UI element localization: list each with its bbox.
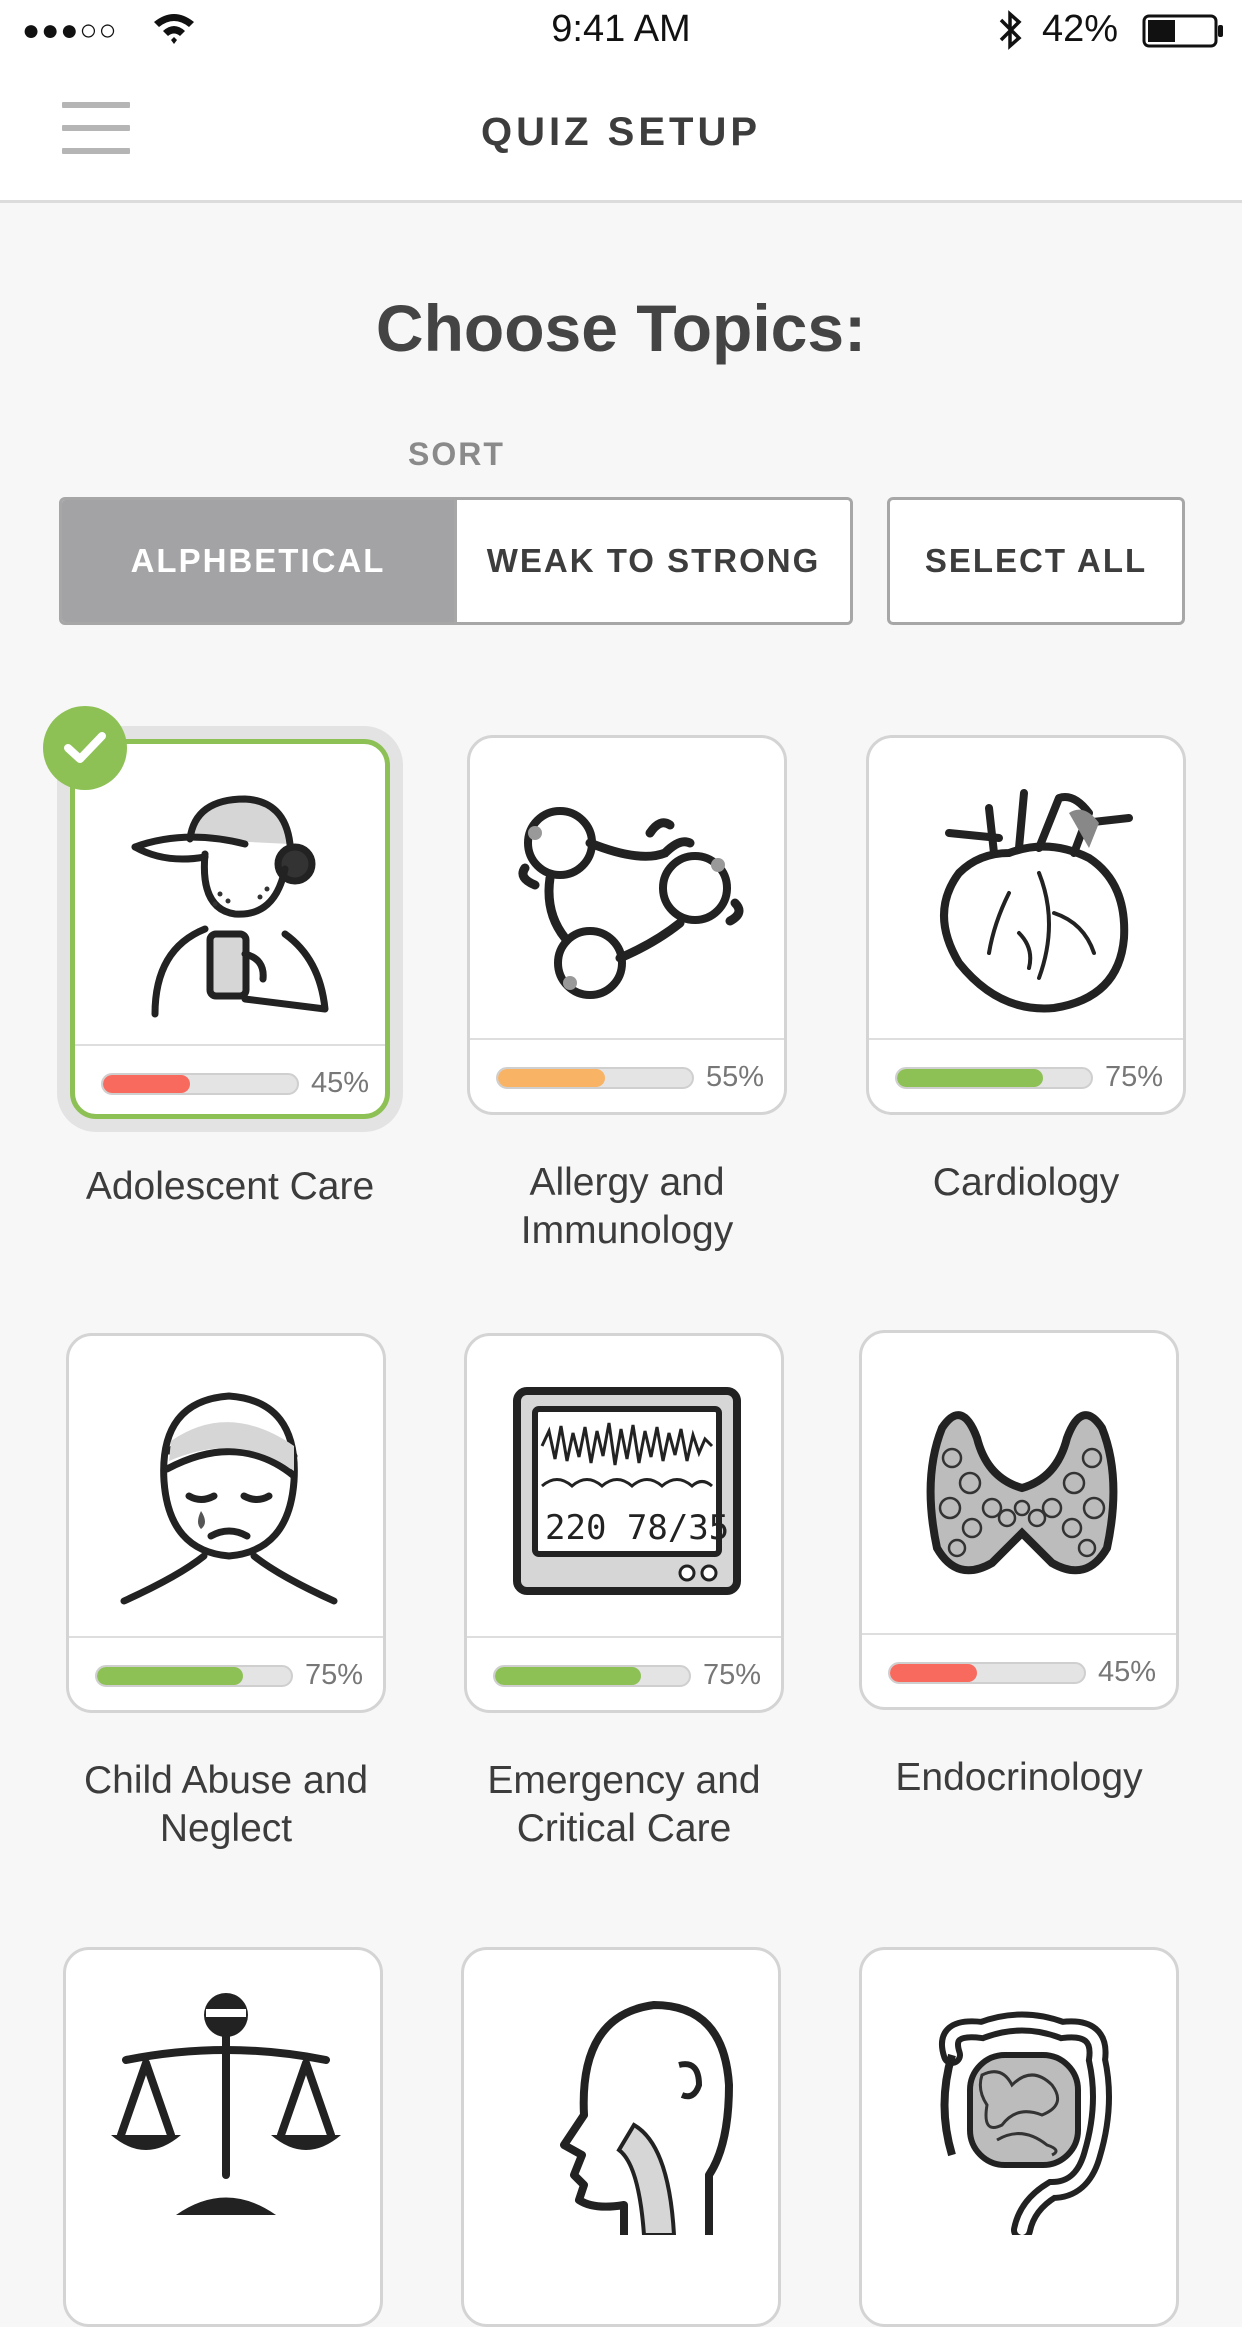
topic-cardiology: 75% Cardiology [866,735,1186,1207]
topic-gastroenterology [859,1947,1179,2327]
topic-ethics [63,1947,383,2327]
progress-fill [498,1069,605,1087]
sort-segmented-control: ALPHBETICAL WEAK TO STRONG [59,497,853,625]
progress-percent: 45% [311,1067,370,1099]
status-bar: ●●●○○ 9:41 AM 42% [0,0,1242,60]
select-all-button[interactable]: SELECT ALL [887,497,1185,625]
vital-signs-monitor-icon: 220 78/35 [513,1387,741,1595]
progress-bar [493,1665,691,1687]
sort-alphabetical-button[interactable]: ALPHBETICAL [62,500,454,622]
topic-card[interactable]: 45% [43,706,390,1119]
topic-card[interactable]: 220 78/35 75% [464,1333,784,1713]
topic-child-abuse-neglect: 75% Child Abuse and Neglect [66,1333,386,1853]
progress-bar [895,1067,1093,1089]
progress-bar [95,1665,293,1687]
topic-adolescent-care: 45% Adolescent Care [43,706,390,1211]
topic-name: Adolescent Care [85,1165,375,1208]
topic-name: Endocrinology [895,1756,1143,1799]
topic-card[interactable]: 55% [467,735,787,1115]
topic-emergency-critical-care: 220 78/35 75% Emergency and Critical Car… [464,1333,784,1853]
progress-bar [496,1067,694,1089]
progress-fill [495,1667,641,1685]
topic-ent [461,1947,781,2327]
topic-card[interactable]: 75% [66,1333,386,1713]
heart-icon [940,789,1133,1013]
head-throat-anatomy-icon [560,2001,733,2235]
progress-percent: 75% [305,1659,364,1691]
topic-card[interactable]: 45% [859,1330,1179,1710]
page-title: Choose Topics: [375,291,867,365]
progress-percent: 75% [1105,1061,1164,1093]
topic-card[interactable] [859,1947,1179,2327]
sort-weak-to-strong-button[interactable]: WEAK TO STRONG [454,500,850,622]
progress-fill [97,1667,243,1685]
topic-name: Allergy and Immunology [520,1161,734,1252]
topic-allergy-immunology: 55% Allergy and Immunology [467,735,787,1255]
topic-name: Cardiology [932,1161,1120,1204]
crying-bandaged-child-icon [120,1392,338,1605]
topic-card[interactable] [461,1947,781,2327]
ethics-scale-icon [111,1993,341,2215]
topic-endocrinology: 45% Endocrinology [859,1330,1179,1802]
topic-card[interactable]: 75% [866,735,1186,1115]
progress-percent: 75% [703,1659,762,1691]
topic-name: Emergency and Critical Care [487,1759,761,1850]
thyroid-gland-icon [926,1411,1118,1575]
battery-percent: 42% [1042,8,1119,50]
topic-card[interactable] [63,1947,383,2327]
progress-bar [888,1662,1086,1684]
progress-percent: 55% [706,1061,765,1093]
nav-title: QUIZ SETUP [480,110,762,154]
battery-icon [1142,14,1223,48]
sort-label: SORT [408,436,505,472]
bluetooth-icon [999,10,1022,50]
antibody-cells-icon [518,807,744,999]
teen-with-phone-icon [131,795,329,1018]
progress-fill [103,1075,191,1093]
topic-name: Child Abuse and Neglect [83,1759,369,1850]
progress-bar [101,1073,299,1095]
progress-fill [890,1664,978,1682]
monitor-readout: 220 78/35 [545,1508,729,1548]
nav-bar: QUIZ SETUP [0,60,1242,203]
progress-fill [897,1069,1043,1087]
progress-percent: 45% [1098,1656,1157,1688]
intestines-icon [939,2011,1112,2235]
